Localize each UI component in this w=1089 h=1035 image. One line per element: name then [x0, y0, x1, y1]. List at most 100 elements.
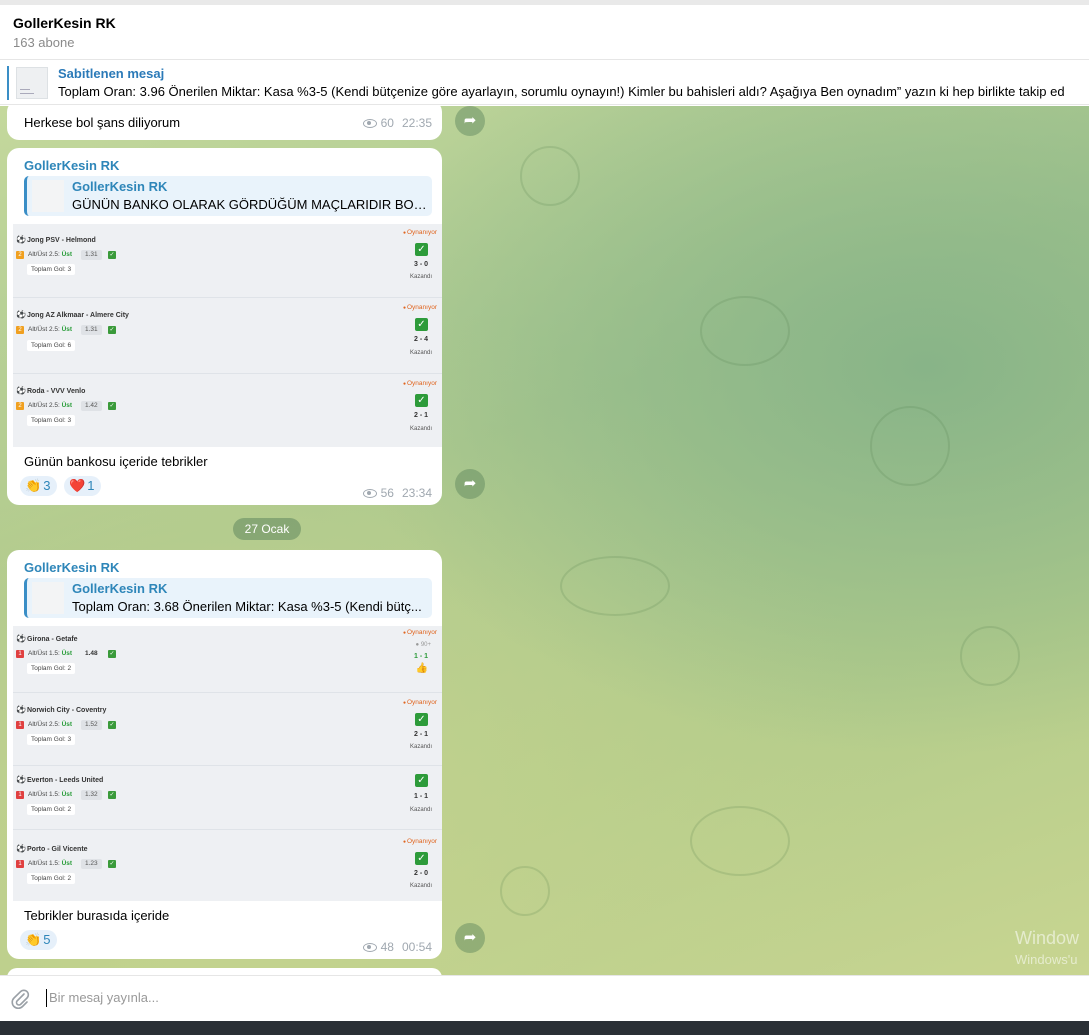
message-bubble[interactable]: GollerKesin RK GollerKesin RK Toplam Ora… [7, 550, 442, 959]
total-goals: Toplam Gol: 3 [27, 734, 76, 745]
activation-watermark-sub: Windows'u [1015, 952, 1078, 967]
total-goals: Toplam Gol: 2 [27, 804, 76, 815]
match-minute: ● 90+ [415, 642, 431, 648]
share-button[interactable]: ➦ [455, 469, 485, 499]
check-small-icon: ✓ [108, 860, 116, 868]
odds-value: 1.31 [81, 325, 102, 335]
match-score: 3 - 0 [413, 261, 428, 268]
match-row: ⚽ Roda - VVV Venlo 2 Alt/Üst 2.5: Üst 1.… [13, 375, 442, 447]
message-sender[interactable]: GollerKesin RK [24, 158, 119, 173]
total-goals: Toplam Gol: 2 [27, 873, 76, 884]
wallpaper-doodle [500, 866, 550, 916]
wallpaper-doodle [690, 806, 790, 876]
reply-preview[interactable]: GollerKesin RK GÜNÜN BANKO OLARAK GÖRDÜĞ… [24, 176, 432, 216]
check-small-icon: ✓ [108, 402, 116, 410]
reaction-heart[interactable]: ❤️ 1 [64, 476, 102, 496]
market-line: Alt/Üst 2.5: Üst [28, 402, 73, 409]
check-small-icon: ✓ [108, 791, 116, 799]
win-check-icon: ✓ [415, 318, 428, 331]
total-goals: Toplam Gol: 2 [27, 663, 76, 674]
reaction-count: 1 [87, 478, 95, 493]
live-status: Oynanıyor [403, 838, 437, 845]
message-bubble[interactable]: Herkese bol şans diliyorum 60 22:35 [7, 106, 442, 140]
win-check-icon: ✓ [415, 394, 428, 407]
reply-author: GollerKesin RK [72, 179, 168, 194]
message-sender[interactable]: GollerKesin RK [24, 560, 119, 575]
message-composer[interactable]: Bir mesaj yayınla... [0, 975, 1089, 1021]
check-small-icon: ✓ [108, 721, 116, 729]
subscriber-count: 163 abone [13, 35, 75, 50]
live-status: Oynanıyor [403, 699, 437, 706]
win-check-icon: ✓ [415, 243, 428, 256]
chat-header[interactable]: GollerKesin RK 163 abone [0, 5, 1089, 60]
soccer-ball-icon: ⚽ [16, 844, 26, 853]
clap-icon: 👏 [25, 478, 42, 493]
match-score: 2 - 4 [413, 336, 428, 343]
match-result: Kazandı [409, 883, 433, 889]
market-badge-icon: 2 [16, 251, 24, 259]
heart-icon: ❤️ [69, 478, 86, 493]
chat-area[interactable]: Herkese bol şans diliyorum 60 22:35 ➦ Gol… [0, 106, 1089, 975]
paperclip-icon[interactable] [10, 988, 30, 1010]
live-status: Oynanıyor [403, 229, 437, 236]
odds-value: 1.42 [81, 401, 102, 411]
total-goals: Toplam Gol: 6 [27, 340, 76, 351]
thumbs-up-icon: 👍 [415, 663, 428, 674]
match-score: 2 - 1 [413, 412, 428, 419]
match-name: Jong PSV - Helmond [27, 237, 96, 244]
share-button[interactable]: ➦ [455, 106, 485, 136]
pinned-message-bar[interactable]: Sabitlenen mesaj Toplam Oran: 3.96 Öneri… [0, 61, 1089, 105]
reaction-clap[interactable]: 👏 5 [20, 930, 58, 950]
reaction-clap[interactable]: 👏 3 [20, 476, 58, 496]
bet-slip-image[interactable]: ⚽ Girona - Getafe 1 Alt/Üst 1.5: Üst 1.4… [13, 626, 442, 901]
match-name: Everton - Leeds United [27, 777, 104, 784]
match-score: 2 - 0 [413, 870, 428, 877]
odds-value: 1.48 [85, 650, 98, 657]
market-line: Alt/Üst 2.5: Üst [28, 251, 73, 258]
pinned-thumbnail [16, 67, 48, 99]
match-row: ⚽ Norwich City - Coventry 1 Alt/Üst 2.5:… [13, 694, 442, 766]
message-input[interactable]: Bir mesaj yayınla... [49, 990, 159, 1005]
date-separator: 27 Ocak [233, 518, 301, 540]
match-score: 2 - 1 [413, 731, 428, 738]
market-badge-icon: 1 [16, 791, 24, 799]
channel-title[interactable]: GollerKesin RK [13, 15, 116, 31]
view-count: 56 [380, 486, 394, 500]
views-icon [362, 119, 377, 128]
text-cursor [46, 989, 47, 1007]
match-score: 1 - 1 [413, 653, 428, 660]
match-result: Kazandı [409, 744, 433, 750]
pinned-label: Sabitlenen mesaj [58, 66, 165, 81]
odds-value: 1.31 [81, 250, 102, 260]
market-line: Alt/Üst 1.5: Üst [28, 860, 73, 867]
reply-author: GollerKesin RK [72, 581, 168, 596]
message-bubble[interactable] [7, 968, 442, 975]
match-result: Kazandı [409, 807, 433, 813]
check-small-icon: ✓ [108, 650, 116, 658]
bet-slip-image[interactable]: ⚽ Jong PSV - Helmond 2 Alt/Üst 2.5: Üst … [13, 224, 442, 447]
market-line: Alt/Üst 2.5: Üst [28, 721, 73, 728]
pinned-text: Toplam Oran: 3.96 Önerilen Miktar: Kasa … [58, 84, 1065, 99]
odds-value: 1.23 [81, 859, 102, 869]
odds-value: 1.52 [81, 720, 102, 730]
soccer-ball-icon: ⚽ [16, 705, 26, 714]
reply-preview[interactable]: GollerKesin RK Toplam Oran: 3.68 Önerile… [24, 578, 432, 618]
message-time: 00:54 [401, 940, 432, 954]
clap-icon: 👏 [25, 932, 42, 947]
reaction-count: 5 [43, 932, 51, 947]
match-row: ⚽ Porto - Gil Vicente 1 Alt/Üst 1.5: Üst… [13, 831, 442, 901]
total-goals: Toplam Gol: 3 [27, 415, 76, 426]
share-button[interactable]: ➦ [455, 923, 485, 953]
message-bubble[interactable]: GollerKesin RK GollerKesin RK GÜNÜN BANK… [7, 148, 442, 505]
share-arrow-icon: ➦ [463, 112, 477, 129]
market-line: Alt/Üst 2.5: Üst [28, 326, 73, 333]
market-badge-icon: 1 [16, 860, 24, 868]
wallpaper-doodle [520, 146, 580, 206]
reply-thumbnail [32, 582, 64, 614]
wallpaper-doodle [870, 406, 950, 486]
check-small-icon: ✓ [108, 251, 116, 259]
message-caption: Günün bankosu içeride tebrikler [24, 454, 208, 469]
message-time: 22:35 [401, 116, 432, 130]
market-line: Alt/Üst 1.5: Üst [28, 791, 73, 798]
match-row: ⚽ Jong AZ Alkmaar - Almere City 2 Alt/Üs… [13, 299, 442, 374]
